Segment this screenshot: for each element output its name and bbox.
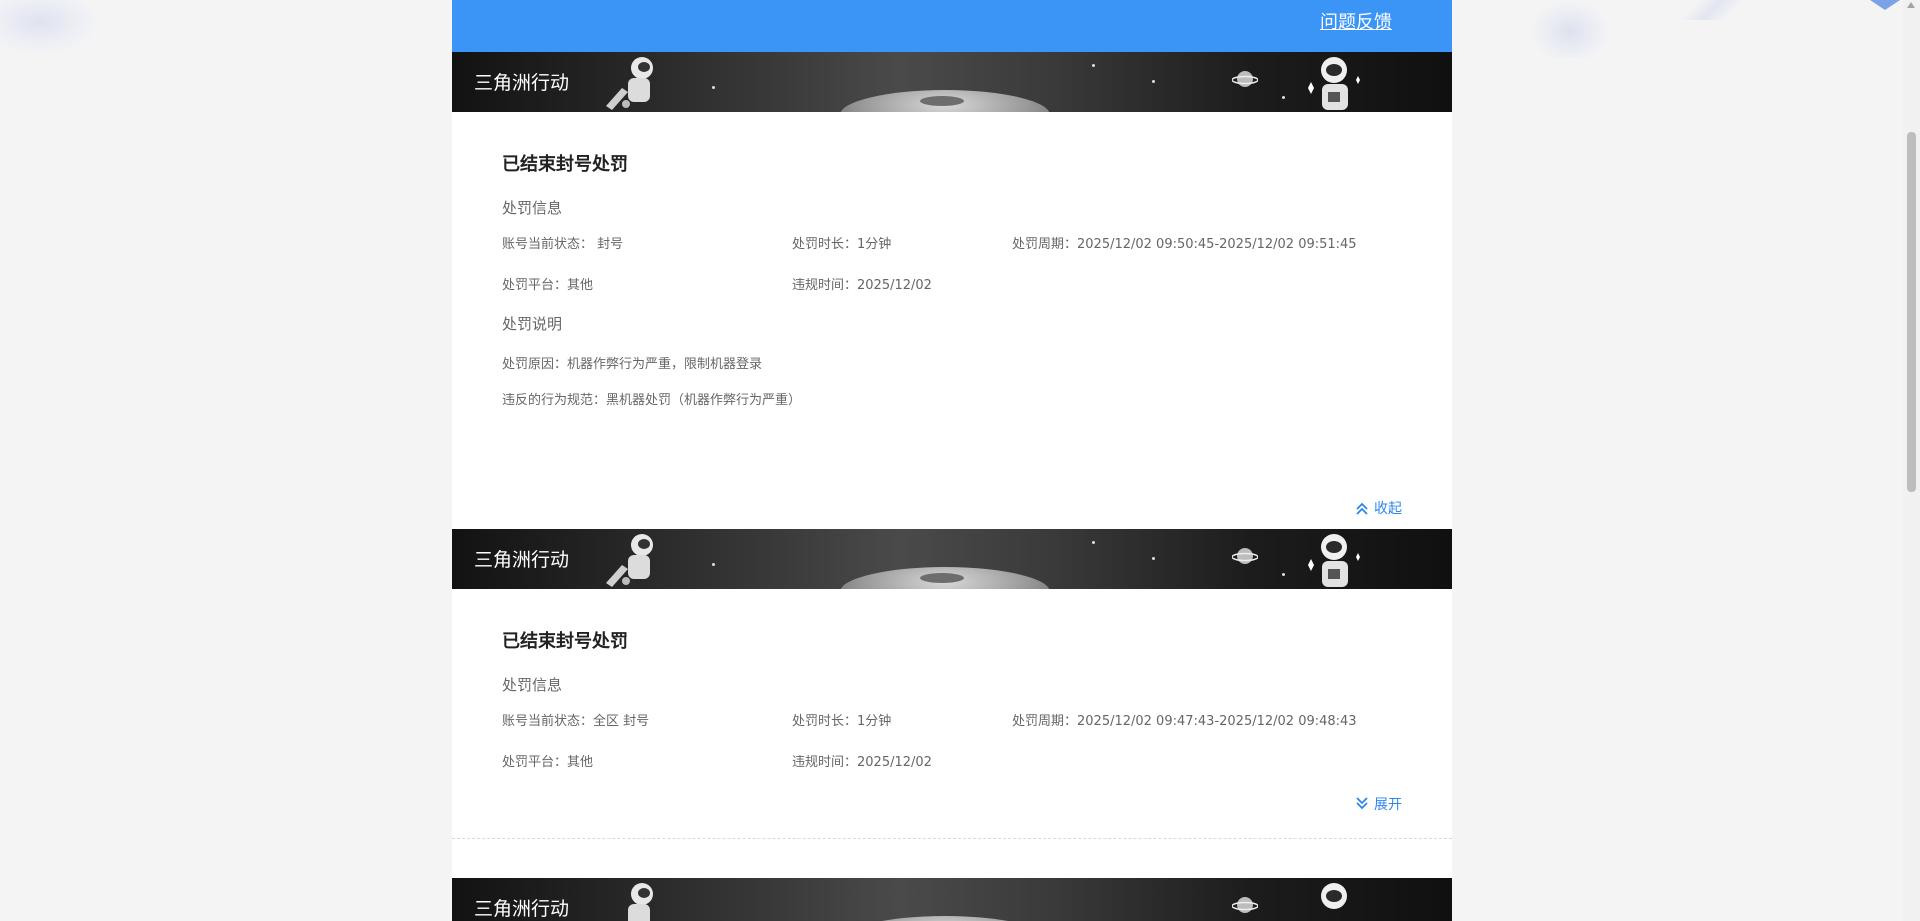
penalty-title: 已结束封号处罚	[502, 154, 628, 175]
main-container: 问题反馈 三角洲行动 已结束封号处罚 处罚信息 账号当前状态： 封号 处罚时长：…	[452, 0, 1452, 921]
penalty-platform: 处罚平台：其他	[502, 278, 594, 293]
astronaut-icon	[628, 883, 653, 921]
star	[1092, 64, 1095, 67]
penalty-period: 处罚周期：2025/12/02 09:47:43-2025/12/02 09:4…	[1012, 714, 1357, 729]
decorative-corner-art	[0, 0, 100, 55]
account-status: 账号当前状态：全区 封号	[502, 714, 650, 729]
astronaut-icon	[1308, 534, 1360, 587]
top-bar: 问题反馈	[452, 0, 1452, 52]
penalty-card: 三角洲行动 已结	[452, 529, 1452, 839]
card-body: 已结束封号处罚 处罚信息 账号当前状态： 封号 处罚时长：1分钟 处罚周期：20…	[452, 112, 1452, 410]
card-body: 已结束封号处罚 处罚信息 账号当前状态：全区 封号 处罚时长：1分钟 处罚周期：…	[452, 589, 1452, 795]
card-divider	[452, 838, 1452, 839]
game-banner: 三角洲行动	[452, 878, 1452, 921]
violation-time: 违规时间：2025/12/02	[792, 755, 932, 770]
chevron-double-down-icon	[1356, 797, 1368, 810]
game-name: 三角洲行动	[474, 898, 570, 920]
penalty-info-heading: 处罚信息	[502, 199, 563, 217]
penalty-reason: 处罚原因：机器作弊行为严重，限制机器登录	[502, 357, 763, 372]
expand-label: 展开	[1374, 797, 1402, 813]
penalty-duration: 处罚时长：1分钟	[792, 714, 892, 729]
collapse-label: 收起	[1374, 501, 1402, 517]
star	[1152, 557, 1155, 560]
star	[712, 86, 715, 89]
spaceship-graphic	[840, 90, 1050, 112]
decorative-shape	[1672, 0, 1762, 20]
game-banner: 三角洲行动	[452, 52, 1452, 112]
penalty-info-heading: 处罚信息	[502, 676, 563, 694]
star	[1092, 541, 1095, 544]
astronaut-icon	[1321, 883, 1347, 909]
chevron-double-up-icon	[1356, 502, 1368, 515]
collapse-button[interactable]: 收起	[1354, 498, 1402, 518]
expand-button[interactable]: 展开	[1354, 794, 1402, 814]
feedback-link[interactable]: 问题反馈	[1320, 8, 1392, 34]
game-name: 三角洲行动	[474, 72, 570, 94]
penalty-platform: 处罚平台：其他	[502, 755, 594, 770]
scroll-up-arrow-icon[interactable]	[1907, 2, 1915, 8]
penalty-card: 三角洲行动	[452, 878, 1452, 921]
penalty-title: 已结束封号处罚	[502, 631, 628, 652]
decorative-character-art	[1530, 0, 1610, 58]
violated-rule: 违反的行为规范：黑机器处罚（机器作弊行为严重）	[502, 393, 802, 408]
star	[1282, 96, 1285, 99]
penalty-info-grid: 账号当前状态：全区 封号 处罚时长：1分钟 处罚周期：2025/12/02 09…	[502, 713, 1402, 795]
account-status: 账号当前状态： 封号	[502, 237, 624, 252]
star	[1152, 80, 1155, 83]
penalty-duration: 处罚时长：1分钟	[792, 237, 892, 252]
astronaut-icon	[606, 534, 653, 587]
decorative-arrow	[1870, 0, 1900, 10]
planet-icon	[1232, 897, 1258, 913]
star	[712, 563, 715, 566]
vertical-scrollbar[interactable]	[1903, 0, 1920, 921]
penalty-period: 处罚周期：2025/12/02 09:50:45-2025/12/02 09:5…	[1012, 237, 1357, 252]
scrollbar-thumb[interactable]	[1907, 132, 1916, 492]
spaceship-graphic	[840, 567, 1050, 589]
penalty-info-grid: 账号当前状态： 封号 处罚时长：1分钟 处罚周期：2025/12/02 09:5…	[502, 236, 1402, 318]
game-name: 三角洲行动	[474, 549, 570, 571]
penalty-card: 三角洲行动 已结	[452, 52, 1452, 543]
astronaut-icon	[1308, 57, 1360, 110]
game-banner: 三角洲行动	[452, 529, 1452, 589]
planet-icon	[1232, 548, 1258, 564]
spaceship-graphic	[840, 916, 1050, 921]
violation-time: 违规时间：2025/12/02	[792, 278, 932, 293]
planet-icon	[1232, 71, 1258, 87]
astronaut-icon	[606, 57, 653, 110]
star	[1282, 573, 1285, 576]
